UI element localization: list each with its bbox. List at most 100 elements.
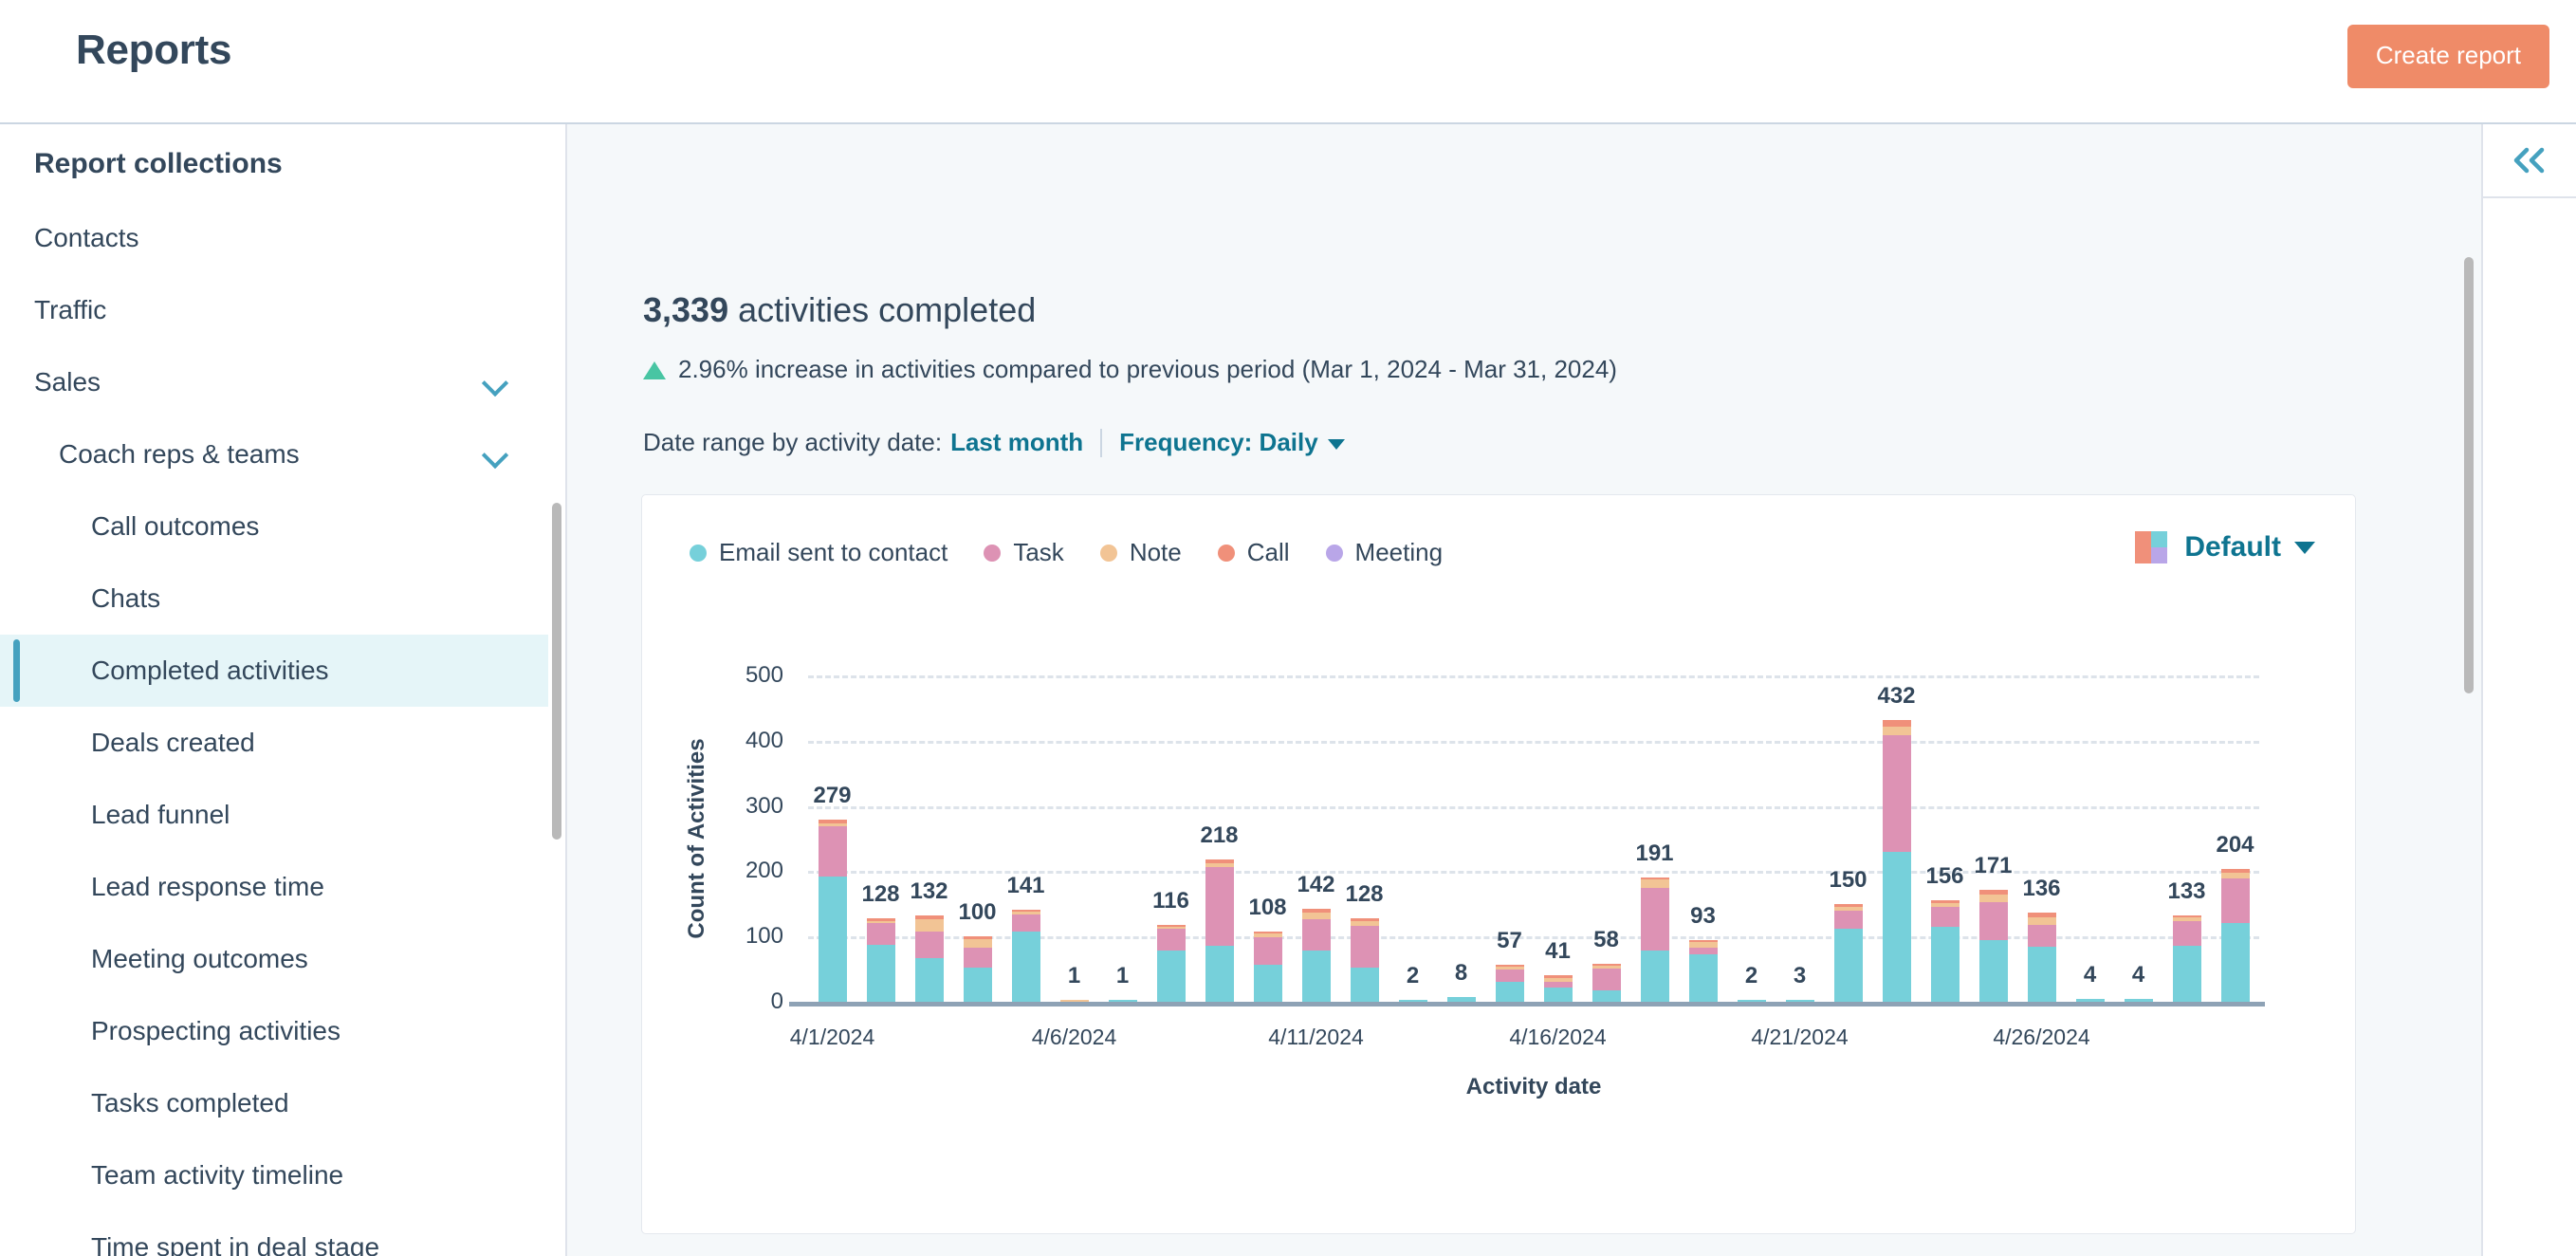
sidebar-item-deals-created[interactable]: Deals created xyxy=(0,707,548,779)
sidebar-item-chats[interactable]: Chats xyxy=(0,563,548,635)
bar-column[interactable]: 128 xyxy=(867,918,895,1002)
bar-segment xyxy=(1883,852,1911,1002)
sidebar-item-prospecting-activities[interactable]: Prospecting activities xyxy=(0,995,548,1067)
filter-divider xyxy=(1100,429,1102,457)
bar-segment xyxy=(2173,946,2201,1002)
bar-segment xyxy=(819,877,847,1002)
bar-column[interactable]: 93 xyxy=(1689,940,1718,1002)
date-range-value-button[interactable]: Last month xyxy=(950,428,1083,457)
bar-segment xyxy=(1157,951,1186,1002)
bar-column[interactable]: 108 xyxy=(1254,932,1282,1002)
bar-segment xyxy=(867,923,895,945)
bar-column[interactable]: 218 xyxy=(1205,859,1234,1002)
bar-value-label: 41 xyxy=(1545,938,1571,965)
y-axis-tick: 500 xyxy=(723,662,808,689)
main-content: 3,339 activities completed 2.96% increas… xyxy=(565,124,2481,1256)
bar-segment xyxy=(2028,925,2056,947)
legend-item-call[interactable]: Call xyxy=(1218,538,1290,567)
sidebar-item-label: Sales xyxy=(0,367,101,397)
legend-color-dot xyxy=(1218,545,1235,562)
sidebar-item-sales[interactable]: Sales xyxy=(0,346,548,418)
bar-column[interactable]: 116 xyxy=(1157,925,1186,1002)
palette-dropdown[interactable]: Default xyxy=(2135,531,2315,563)
bar-column[interactable]: 2 xyxy=(1399,1000,1427,1002)
bar-column[interactable]: 128 xyxy=(1351,918,1379,1002)
sidebar-item-meeting-outcomes[interactable]: Meeting outcomes xyxy=(0,923,548,995)
bar-value-label: 58 xyxy=(1593,927,1619,953)
chevron-down-icon[interactable] xyxy=(482,440,510,469)
bar-column[interactable]: 4 xyxy=(2076,999,2105,1002)
sidebar-item-lead-funnel[interactable]: Lead funnel xyxy=(0,779,548,851)
bar-column[interactable]: 100 xyxy=(964,936,992,1002)
sidebar-item-call-outcomes[interactable]: Call outcomes xyxy=(0,490,548,563)
sidebar-item-coach-reps-teams[interactable]: Coach reps & teams xyxy=(0,418,548,490)
bar-column[interactable]: 171 xyxy=(1979,890,2008,1002)
sidebar-item-label: Time spent in deal stage xyxy=(0,1232,379,1256)
collapse-panel-button[interactable] xyxy=(2483,124,2576,198)
bar-column[interactable]: 1 xyxy=(1109,1000,1137,1002)
bar-segment xyxy=(2076,999,2105,1002)
bar-column[interactable]: 4 xyxy=(2125,999,2153,1002)
bar-segment xyxy=(1205,867,1234,946)
bar-column[interactable]: 132 xyxy=(915,915,944,1002)
sidebar-item-label: Meeting outcomes xyxy=(0,944,308,974)
bar-column[interactable]: 1 xyxy=(1060,1000,1089,1002)
bar-column[interactable]: 57 xyxy=(1496,965,1524,1002)
bar-value-label: 142 xyxy=(1297,872,1334,898)
bar-column[interactable]: 41 xyxy=(1544,975,1573,1002)
bar-segment xyxy=(915,958,944,1002)
bar-column[interactable]: 8 xyxy=(1447,997,1476,1003)
sidebar-item-contacts[interactable]: Contacts xyxy=(0,202,548,274)
sidebar-item-tasks-completed[interactable]: Tasks completed xyxy=(0,1067,548,1139)
bar-segment xyxy=(2028,947,2056,1002)
bar-segment xyxy=(1592,990,1621,1002)
bar-column[interactable]: 156 xyxy=(1931,900,1960,1002)
bar-column[interactable]: 204 xyxy=(2221,869,2250,1002)
bar-column[interactable]: 136 xyxy=(2028,913,2056,1002)
summary-delta: 2.96% increase in activities compared to… xyxy=(643,355,1617,384)
sidebar-item-label: Traffic xyxy=(0,295,106,325)
bar-column[interactable]: 432 xyxy=(1883,720,1911,1002)
sidebar-item-time-spent-in-deal-stage[interactable]: Time spent in deal stage xyxy=(0,1211,548,1256)
bar-value-label: 2 xyxy=(1407,963,1419,989)
bar-column[interactable]: 3 xyxy=(1786,1000,1814,1002)
bar-column[interactable]: 133 xyxy=(2173,915,2201,1002)
sidebar-item-team-activity-timeline[interactable]: Team activity timeline xyxy=(0,1139,548,1211)
sidebar-item-lead-response-time[interactable]: Lead response time xyxy=(0,851,548,923)
bar-column[interactable]: 279 xyxy=(819,820,847,1002)
bar-column[interactable]: 141 xyxy=(1012,910,1040,1002)
legend-label: Meeting xyxy=(1355,538,1444,567)
bar-value-label: 57 xyxy=(1497,928,1522,954)
bar-column[interactable]: 2 xyxy=(1738,1000,1766,1002)
bar-segment xyxy=(1883,720,1911,727)
x-axis-line xyxy=(789,1002,2265,1007)
legend-item-email-sent-to-contact[interactable]: Email sent to contact xyxy=(690,538,948,567)
sidebar-scrollbar-thumb[interactable] xyxy=(552,503,561,840)
right-rail xyxy=(2481,124,2576,1256)
bar-value-label: 108 xyxy=(1248,895,1286,921)
chart-card: Email sent to contact Task Note Call Meeting… xyxy=(641,494,2356,1234)
sidebar-item-completed-activities[interactable]: Completed activities xyxy=(0,635,548,707)
legend-item-meeting[interactable]: Meeting xyxy=(1326,538,1444,567)
bar-segment xyxy=(1254,937,1282,966)
legend-item-task[interactable]: Task xyxy=(984,538,1063,567)
legend-item-note[interactable]: Note xyxy=(1100,538,1182,567)
create-report-button[interactable]: Create report xyxy=(2347,25,2549,88)
sidebar-item-label: Team activity timeline xyxy=(0,1160,343,1191)
main-scrollbar-thumb[interactable] xyxy=(2464,257,2474,693)
sidebar-item-traffic[interactable]: Traffic xyxy=(0,274,548,346)
sidebar-item-label: Coach reps & teams xyxy=(0,439,300,470)
frequency-dropdown[interactable]: Frequency: Daily xyxy=(1119,428,1345,457)
bar-value-label: 171 xyxy=(1974,853,2012,879)
bar-column[interactable]: 58 xyxy=(1592,964,1621,1002)
y-axis-tick: 200 xyxy=(723,858,808,884)
bar-column[interactable]: 191 xyxy=(1641,877,1669,1002)
sidebar-item-label: Call outcomes xyxy=(0,511,259,542)
bar-column[interactable]: 142 xyxy=(1302,909,1331,1002)
chevron-down-icon[interactable] xyxy=(482,368,510,397)
bar-value-label: 204 xyxy=(2216,832,2254,859)
bar-value-label: 1 xyxy=(1068,963,1080,989)
bar-segment xyxy=(1302,919,1331,951)
bar-value-label: 100 xyxy=(958,899,996,926)
bar-column[interactable]: 150 xyxy=(1834,904,1863,1002)
